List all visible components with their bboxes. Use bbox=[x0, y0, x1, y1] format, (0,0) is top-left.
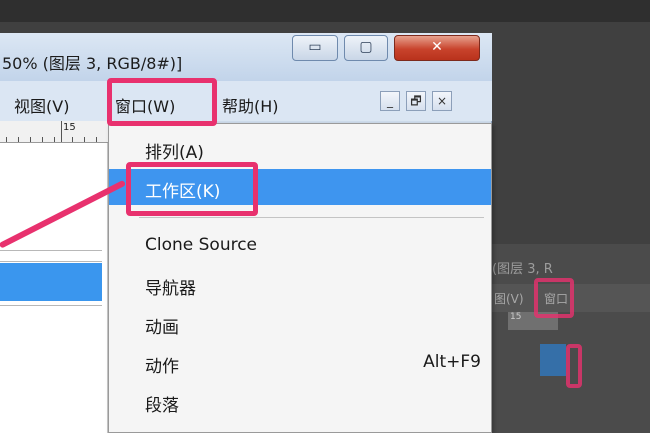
maximize-button[interactable]: ▢ bbox=[344, 35, 388, 61]
menu-item-paragraph[interactable]: 段落 bbox=[109, 383, 491, 419]
thumb-title: (图层 3, R bbox=[492, 262, 553, 277]
maximize-icon: ▢ bbox=[359, 39, 373, 55]
menu-view[interactable]: 视图(V) bbox=[14, 93, 69, 117]
menu-item-label: Clone Source bbox=[145, 235, 258, 255]
top-bar bbox=[0, 0, 650, 22]
doc-restore-icon[interactable]: 🗗 bbox=[406, 91, 426, 111]
doc-minimize-icon[interactable]: _ bbox=[380, 91, 400, 111]
panel-divider bbox=[0, 261, 102, 262]
panel-selected-row[interactable] bbox=[0, 263, 102, 301]
menu-item-label: 动作 bbox=[145, 357, 179, 377]
left-panel bbox=[0, 143, 108, 433]
menu-item-clone-source[interactable]: Clone Source bbox=[109, 227, 491, 263]
menu-item-label: 动画 bbox=[145, 318, 179, 338]
minimize-icon: ▭ bbox=[308, 39, 322, 55]
menu-item-shortcut: Alt+F9 bbox=[423, 352, 481, 372]
menu-item-animation[interactable]: 动画 bbox=[109, 305, 491, 341]
window-title: 50% (图层 3, RGB/8#)] bbox=[2, 54, 183, 73]
highlight-window-menu bbox=[107, 78, 217, 126]
background-window-thumbnail: (图层 3, R 图(V) 窗口 15 bbox=[492, 244, 650, 433]
menu-item-label: 段落 bbox=[145, 396, 179, 416]
close-icon: ✕ bbox=[431, 39, 443, 55]
menu-item-actions[interactable]: 动作 Alt+F9 bbox=[109, 344, 491, 380]
title-bar: 50% (图层 3, RGB/8#)] ▭ ▢ ✕ bbox=[0, 33, 492, 81]
menu-help[interactable]: 帮助(H) bbox=[222, 93, 279, 117]
menu-separator bbox=[139, 217, 484, 218]
menu-item-label: 导航器 bbox=[145, 279, 196, 299]
menu-item-label: 排列(A) bbox=[145, 143, 204, 163]
panel-divider bbox=[0, 250, 102, 251]
horizontal-ruler: 15 bbox=[0, 121, 110, 143]
highlight-workspace-item bbox=[126, 162, 258, 216]
thumb-menu-view: 图(V) bbox=[494, 292, 524, 306]
thumb-highlight-box-2 bbox=[566, 344, 582, 388]
menu-item-arrange[interactable]: 排列(A) bbox=[109, 130, 491, 166]
panel-divider bbox=[0, 305, 102, 306]
thumb-highlight-box bbox=[534, 278, 574, 318]
close-button[interactable]: ✕ bbox=[394, 35, 480, 61]
menu-bar: 视图(V) 窗口(W) 帮助(H) _ 🗗 × bbox=[0, 81, 492, 121]
doc-close-icon[interactable]: × bbox=[432, 91, 452, 111]
menu-item-navigator[interactable]: 导航器 bbox=[109, 266, 491, 302]
ruler-label: 15 bbox=[63, 122, 76, 133]
minimize-button[interactable]: ▭ bbox=[292, 35, 338, 61]
thumb-selection bbox=[540, 344, 566, 376]
